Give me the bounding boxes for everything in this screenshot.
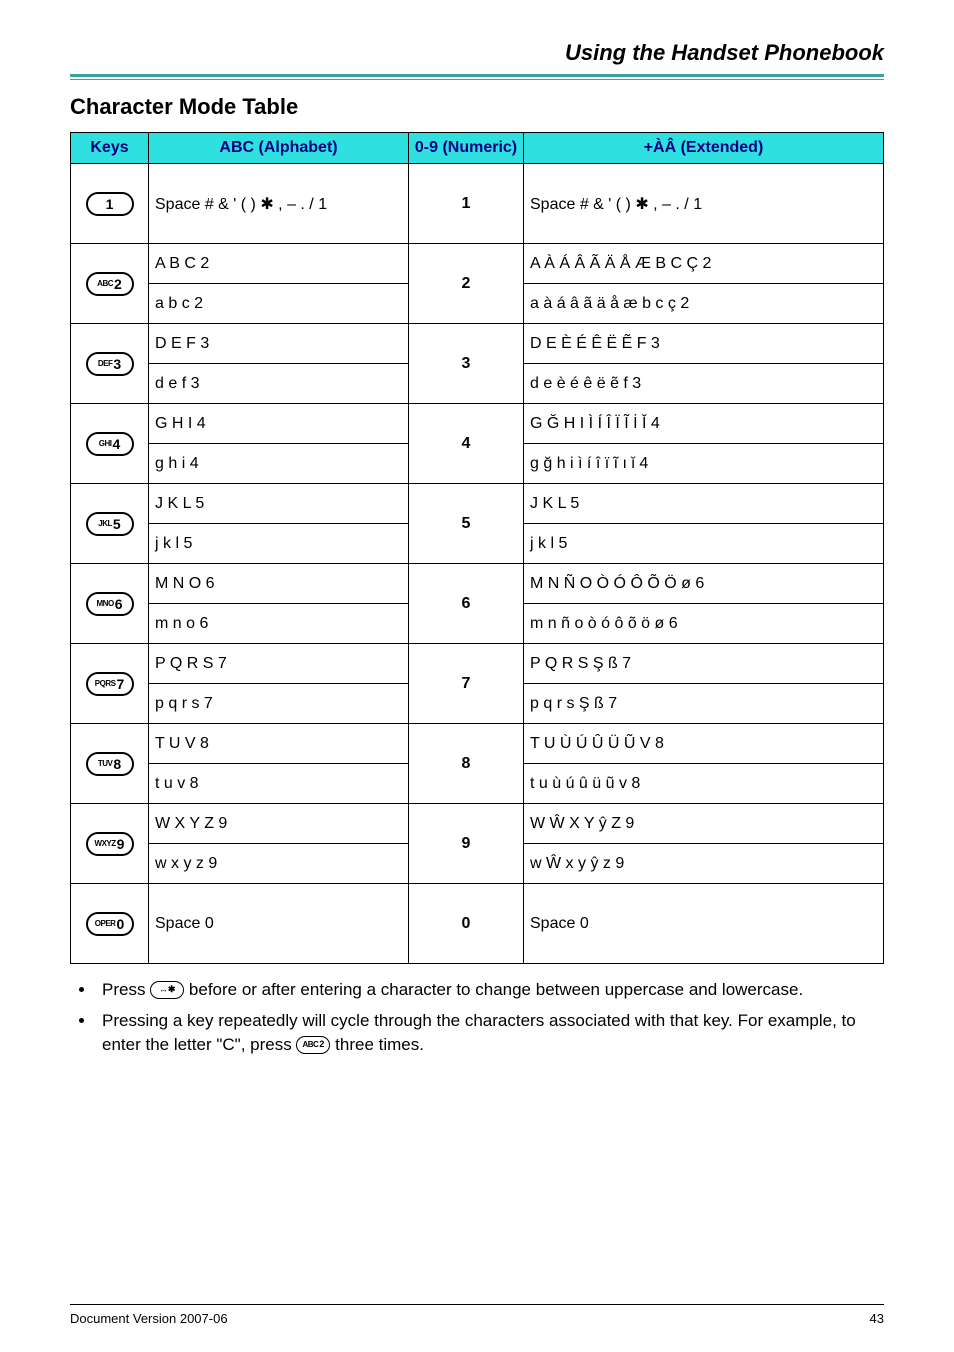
table-row: JKL5J K L 55J K L 5	[71, 484, 884, 524]
abc-cell: p q r s 7	[149, 684, 409, 724]
abc-cell: w x y z 9	[149, 844, 409, 884]
table-row: OPER0 Space 00Space 0	[71, 884, 884, 964]
extended-cell: a à á â ã ä å æ b c ç 2	[524, 284, 884, 324]
extended-cell: A À Á Â Ã Ä Å Æ B C Ç 2	[524, 244, 884, 284]
extended-cell: p q r s Ş ß 7	[524, 684, 884, 724]
abc-cell: g h i 4	[149, 444, 409, 484]
abc-cell: m n o 6	[149, 604, 409, 644]
numeric-cell: 7	[409, 644, 524, 724]
table-row: DEF3D E F 33D E È É Ê Ë Ẽ F 3	[71, 324, 884, 364]
header-extended: +ÀÂ (Extended)	[524, 133, 884, 164]
abc-cell: W X Y Z 9	[149, 804, 409, 844]
key-cell: JKL5	[71, 484, 149, 564]
numeric-cell: 8	[409, 724, 524, 804]
extended-cell: D E È É Ê Ë Ẽ F 3	[524, 324, 884, 364]
table-row: WXYZ9W X Y Z 99W Ŵ X Y ŷ Z 9	[71, 804, 884, 844]
phone-key-icon: PQRS7	[86, 672, 134, 696]
phone-key-icon: MNO6	[86, 592, 134, 616]
note-text: before or after entering a character to …	[184, 980, 803, 999]
notes-list: Press ↔✱ before or after entering a char…	[70, 978, 884, 1058]
abc-cell: T U V 8	[149, 724, 409, 764]
header-rule	[70, 74, 884, 80]
phone-key-icon: TUV8	[86, 752, 134, 776]
header-numeric: 0-9 (Numeric)	[409, 133, 524, 164]
abc-cell: a b c 2	[149, 284, 409, 324]
header-keys: Keys	[71, 133, 149, 164]
abc-cell: M N O 6	[149, 564, 409, 604]
footer-document-version: Document Version 2007-06	[70, 1311, 228, 1326]
numeric-cell: 3	[409, 324, 524, 404]
key-cell: 1	[71, 164, 149, 244]
abc-cell: j k l 5	[149, 524, 409, 564]
key-cell: TUV8	[71, 724, 149, 804]
page-footer: Document Version 2007-06 43	[70, 1304, 884, 1326]
table-row: MNO6M N O 66M N Ñ O Ò Ó Ô Õ Ö ø 6	[71, 564, 884, 604]
abc-cell: Space # & ' ( ) ✱ , – . / 1	[149, 164, 409, 244]
table-row: ABC2A B C 22A À Á Â Ã Ä Å Æ B C Ç 2	[71, 244, 884, 284]
extended-cell: Space # & ' ( ) ✱ , – . / 1	[524, 164, 884, 244]
table-row: GHI4G H I 44G Ğ H I Ì Í Î Ï Ĩ İ Ǐ 4	[71, 404, 884, 444]
character-mode-table: Keys ABC (Alphabet) 0-9 (Numeric) +ÀÂ (E…	[70, 132, 884, 964]
extended-cell: P Q R S Ş ß 7	[524, 644, 884, 684]
note-item: Press ↔✱ before or after entering a char…	[96, 978, 884, 1003]
extended-cell: G Ğ H I Ì Í Î Ï Ĩ İ Ǐ 4	[524, 404, 884, 444]
note-text: Pressing a key repeatedly will cycle thr…	[102, 1011, 856, 1055]
page-title: Using the Handset Phonebook	[70, 40, 884, 74]
key-cell: MNO6	[71, 564, 149, 644]
note-text: three times.	[330, 1035, 424, 1054]
abc-cell: P Q R S 7	[149, 644, 409, 684]
extended-cell: M N Ñ O Ò Ó Ô Õ Ö ø 6	[524, 564, 884, 604]
table-row: TUV8T U V 88T U Ù Ú Û Ü Ũ V 8	[71, 724, 884, 764]
extended-cell: J K L 5	[524, 484, 884, 524]
extended-cell: Space 0	[524, 884, 884, 964]
abc-cell: A B C 2	[149, 244, 409, 284]
abc-cell: D E F 3	[149, 324, 409, 364]
phone-key-icon: GHI4	[86, 432, 134, 456]
section-title: Character Mode Table	[70, 94, 884, 120]
abc-cell: J K L 5	[149, 484, 409, 524]
table-header-row: Keys ABC (Alphabet) 0-9 (Numeric) +ÀÂ (E…	[71, 133, 884, 164]
shift-key-icon: ↔✱	[150, 981, 184, 999]
phone-key-icon: JKL5	[86, 512, 134, 536]
note-text: Press	[102, 980, 150, 999]
numeric-cell: 6	[409, 564, 524, 644]
phone-key-icon: OPER0	[86, 912, 134, 936]
footer-page-number: 43	[870, 1311, 884, 1326]
numeric-cell: 0	[409, 884, 524, 964]
abc-cell: t u v 8	[149, 764, 409, 804]
abc2-key-icon: ABC2	[296, 1036, 330, 1054]
table-row: PQRS7P Q R S 77P Q R S Ş ß 7	[71, 644, 884, 684]
numeric-cell: 1	[409, 164, 524, 244]
numeric-cell: 5	[409, 484, 524, 564]
key-cell: PQRS7	[71, 644, 149, 724]
numeric-cell: 4	[409, 404, 524, 484]
abc-cell: Space 0	[149, 884, 409, 964]
phone-key-icon: 1	[86, 192, 134, 216]
extended-cell: t u ù ú û ü ũ v 8	[524, 764, 884, 804]
extended-cell: T U Ù Ú Û Ü Ũ V 8	[524, 724, 884, 764]
extended-cell: g ğ h i ì í î ï ĩ ı ǐ 4	[524, 444, 884, 484]
numeric-cell: 2	[409, 244, 524, 324]
abc-cell: d e f 3	[149, 364, 409, 404]
header-abc: ABC (Alphabet)	[149, 133, 409, 164]
extended-cell: W Ŵ X Y ŷ Z 9	[524, 804, 884, 844]
key-cell: ABC2	[71, 244, 149, 324]
key-cell: DEF3	[71, 324, 149, 404]
extended-cell: d e è é ê ë ẽ f 3	[524, 364, 884, 404]
phone-key-icon: DEF3	[86, 352, 134, 376]
note-item: Pressing a key repeatedly will cycle thr…	[96, 1009, 884, 1058]
table-row: 1Space # & ' ( ) ✱ , – . / 11Space # & '…	[71, 164, 884, 244]
key-cell: OPER0	[71, 884, 149, 964]
key-cell: WXYZ9	[71, 804, 149, 884]
extended-cell: m n ñ o ò ó ô õ ö ø 6	[524, 604, 884, 644]
phone-key-icon: WXYZ9	[86, 832, 134, 856]
key-cell: GHI4	[71, 404, 149, 484]
numeric-cell: 9	[409, 804, 524, 884]
extended-cell: j k l 5	[524, 524, 884, 564]
phone-key-icon: ABC2	[86, 272, 134, 296]
extended-cell: w Ŵ x y ŷ z 9	[524, 844, 884, 884]
abc-cell: G H I 4	[149, 404, 409, 444]
